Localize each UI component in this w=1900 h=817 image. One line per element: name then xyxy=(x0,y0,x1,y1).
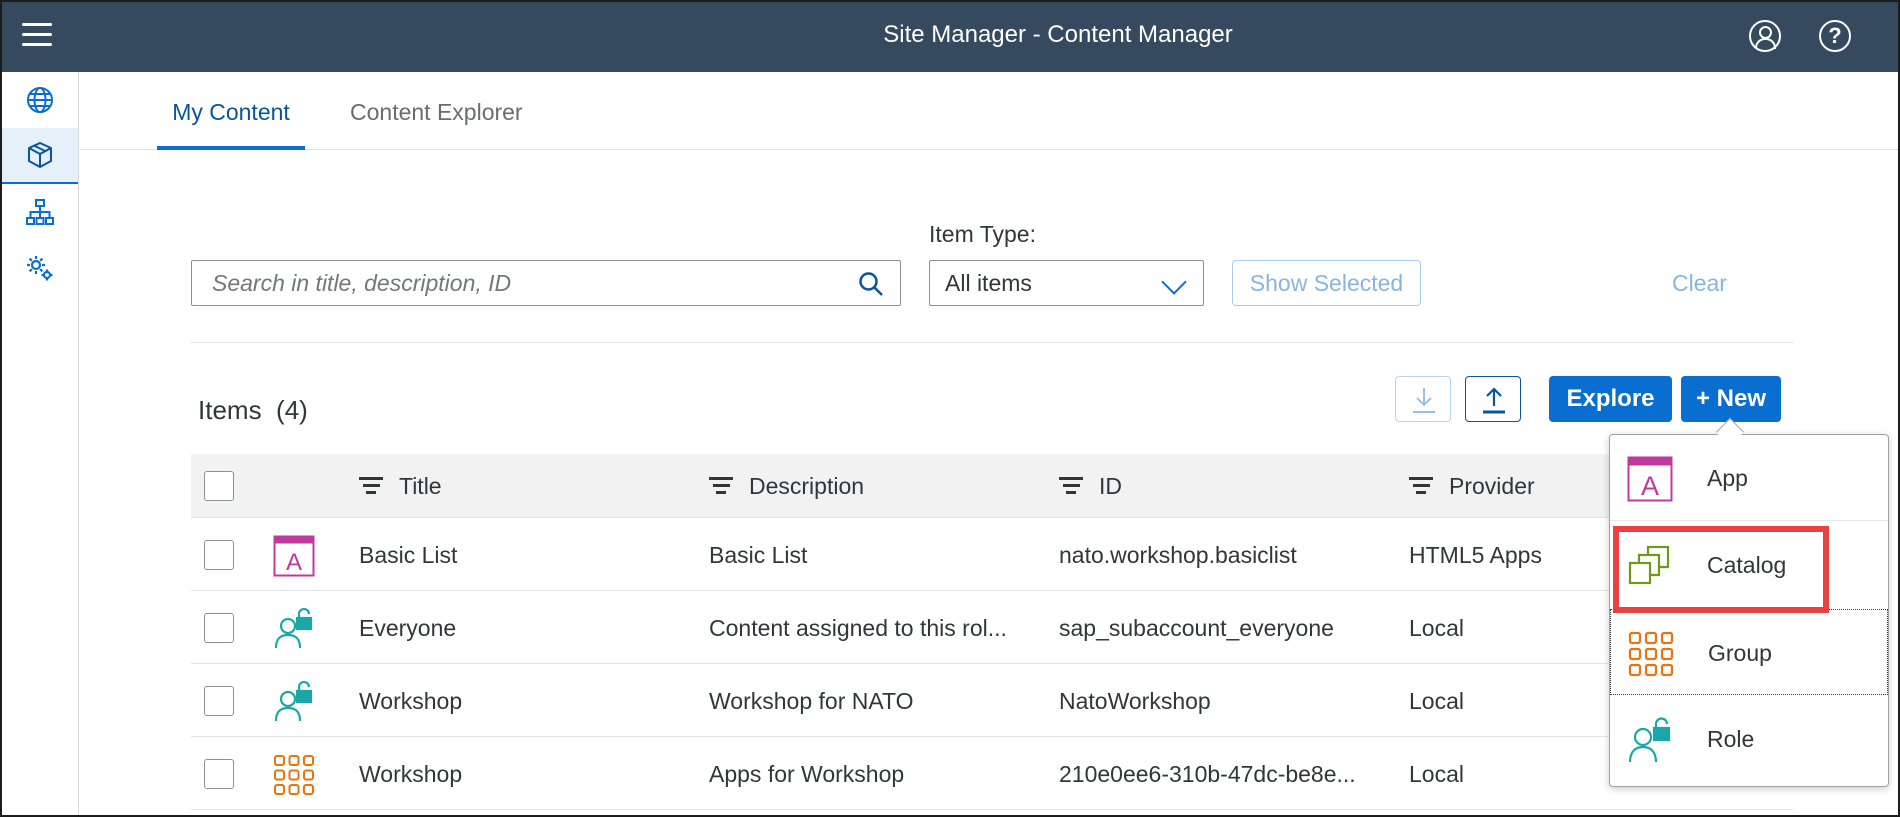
row-checkbox[interactable] xyxy=(204,540,234,570)
column-header-title[interactable]: Title xyxy=(359,454,442,518)
cell-provider: Local xyxy=(1409,761,1464,787)
menu-item-role[interactable]: Role xyxy=(1610,696,1888,782)
cell-id: sap_subaccount_everyone xyxy=(1059,615,1334,641)
column-header-description[interactable]: Description xyxy=(709,454,864,518)
menu-item-label: Group xyxy=(1708,640,1772,666)
column-header-provider-label: Provider xyxy=(1449,473,1535,499)
column-header-id[interactable]: ID xyxy=(1059,454,1122,518)
role-icon xyxy=(1628,717,1671,763)
cell-id: nato.workshop.basiclist xyxy=(1059,542,1297,568)
app-icon: A xyxy=(1627,456,1673,502)
cell-provider: Local xyxy=(1409,615,1464,641)
table-row[interactable]: Workshop Apps for Workshop 210e0ee6-310b… xyxy=(191,738,1793,810)
table-row[interactable]: Workshop Workshop for NATO NatoWorkshop … xyxy=(191,665,1793,737)
cell-id: 210e0ee6-310b-47dc-be8e... xyxy=(1059,761,1356,787)
divider xyxy=(191,342,1793,343)
item-type-label: Item Type: xyxy=(929,221,1036,247)
search-icon[interactable] xyxy=(858,271,884,297)
clear-button[interactable]: Clear xyxy=(1672,260,1727,306)
column-header-id-label: ID xyxy=(1099,473,1122,499)
cell-description: Workshop for NATO xyxy=(709,688,914,714)
cell-provider: Local xyxy=(1409,688,1464,714)
cell-description: Apps for Workshop xyxy=(709,761,905,787)
shell-title: Site Manager - Content Manager xyxy=(883,21,1233,48)
user-profile-icon[interactable] xyxy=(1749,20,1781,52)
filter-icon xyxy=(1059,477,1083,495)
show-selected-button[interactable]: Show Selected xyxy=(1232,260,1421,306)
group-icon xyxy=(1628,631,1674,677)
row-checkbox[interactable] xyxy=(204,759,234,789)
items-title: Items (4) xyxy=(198,395,308,426)
column-header-title-label: Title xyxy=(399,473,442,499)
role-icon xyxy=(274,608,313,649)
cell-id: NatoWorkshop xyxy=(1059,688,1211,714)
search-input[interactable] xyxy=(192,261,832,305)
svg-text:A: A xyxy=(286,549,302,576)
download-button[interactable] xyxy=(1395,376,1451,422)
upload-button[interactable] xyxy=(1465,376,1521,422)
cell-title: Workshop xyxy=(359,761,463,787)
explore-button[interactable]: Explore xyxy=(1549,376,1672,422)
chevron-down-icon xyxy=(1161,269,1187,295)
filter-icon xyxy=(1409,477,1433,495)
table-row[interactable]: A Basic List Basic List nato.workshop.ba… xyxy=(191,519,1793,591)
menu-item-label: App xyxy=(1707,465,1748,491)
item-type-select[interactable]: All items xyxy=(929,260,1204,306)
menu-item-group[interactable]: Group xyxy=(1610,609,1888,695)
side-navigation xyxy=(2,72,79,815)
catalog-highlight-box xyxy=(1613,526,1829,613)
cell-title: Workshop xyxy=(359,688,463,714)
nav-content-cube-icon[interactable] xyxy=(2,128,78,184)
row-checkbox[interactable] xyxy=(204,686,234,716)
tab-bar: My Content Content Explorer xyxy=(80,72,1898,150)
group-icon xyxy=(274,755,314,795)
cell-title: Basic List xyxy=(359,542,458,568)
cell-description: Basic List xyxy=(709,542,808,568)
row-checkbox[interactable] xyxy=(204,613,234,643)
new-button[interactable]: + New xyxy=(1681,376,1781,422)
nav-sites-globe-icon[interactable] xyxy=(2,72,78,128)
help-icon[interactable]: ? xyxy=(1819,20,1851,52)
search-field xyxy=(191,260,901,306)
cell-title: Everyone xyxy=(359,615,457,641)
svg-text:A: A xyxy=(1641,471,1659,501)
tab-my-content[interactable]: My Content xyxy=(157,72,305,150)
menu-item-label: Role xyxy=(1707,726,1755,752)
table-row[interactable]: Everyone Content assigned to this rol...… xyxy=(191,592,1793,664)
menu-item-app[interactable]: A App xyxy=(1610,435,1888,521)
role-icon xyxy=(274,681,313,722)
items-count: (4) xyxy=(276,395,308,425)
app-icon: A xyxy=(273,535,315,577)
tab-content-explorer[interactable]: Content Explorer xyxy=(350,72,523,150)
select-all-checkbox[interactable] xyxy=(204,471,234,501)
cell-description: Content assigned to this rol... xyxy=(709,615,1007,641)
window-frame: Site Manager - Content Manager ? My Cont… xyxy=(0,0,1900,817)
items-title-label: Items xyxy=(198,395,262,425)
filter-icon xyxy=(709,477,733,495)
download-icon xyxy=(1413,388,1435,413)
column-header-provider[interactable]: Provider xyxy=(1409,454,1535,518)
item-type-value: All items xyxy=(945,270,1032,296)
filter-icon xyxy=(359,477,383,495)
column-header-description-label: Description xyxy=(749,473,865,499)
cell-provider: HTML5 Apps xyxy=(1409,542,1542,568)
nav-settings-gear-icon[interactable] xyxy=(2,240,78,296)
table-header: Title Description ID Provider xyxy=(191,454,1793,518)
nav-site-hierarchy-icon[interactable] xyxy=(2,184,78,240)
shell-header: Site Manager - Content Manager ? xyxy=(2,2,1898,72)
upload-icon xyxy=(1483,387,1505,414)
